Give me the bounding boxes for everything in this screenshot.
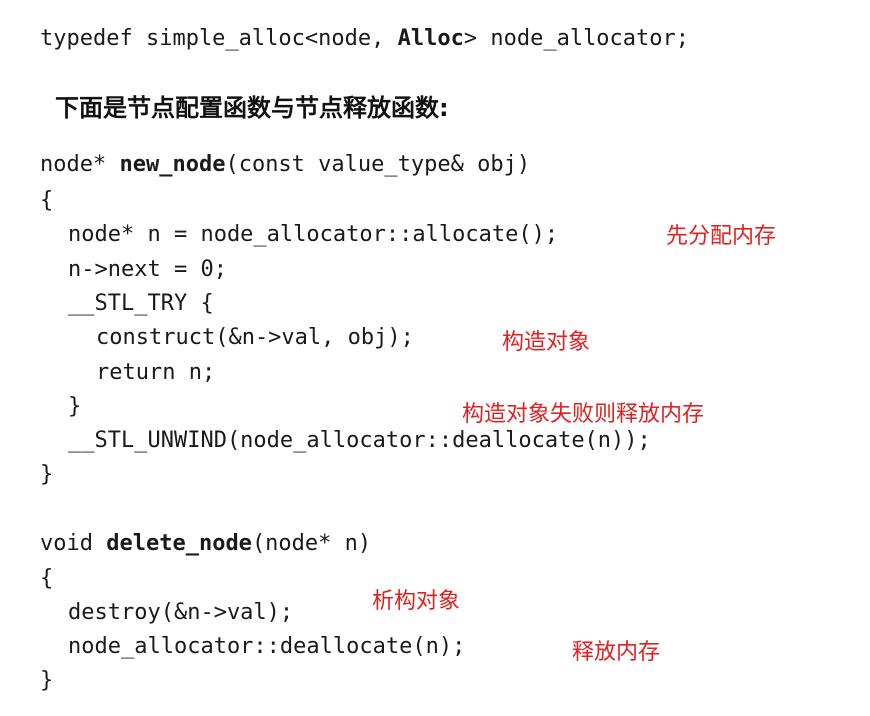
code-line-allocate: node* n = node_allocator::allocate(); <box>68 222 559 247</box>
annotation-destroy: 析构对象 <box>372 589 461 614</box>
new-node-signature: node* new_node(const value_type& obj) <box>40 152 530 178</box>
new-node-open-brace: { <box>40 188 54 213</box>
typedef-suffix: > node_allocator; <box>463 26 690 51</box>
annotation-release: 释放内存 <box>572 640 661 665</box>
code-line-construct: construct(&n->val, obj); <box>96 325 414 350</box>
annotation-construct: 构造对象 <box>502 330 591 355</box>
code-line-next: n->next = 0; <box>68 257 227 282</box>
new-node-close-brace: } <box>40 462 54 487</box>
delete-node-sig-prefix: void <box>40 531 107 556</box>
delete-node-open-brace: { <box>40 566 54 591</box>
delete-node-sig-suffix: (node* n) <box>251 531 372 556</box>
new-node-sig-suffix: (const value_type& obj) <box>225 152 531 177</box>
delete-node-close-brace: } <box>40 668 54 693</box>
typedef-alloc: Alloc <box>397 26 464 51</box>
code-line-destroy: destroy(&n->val); <box>68 600 294 625</box>
typedef-line: typedef simple_alloc<node, Alloc> node_a… <box>40 26 689 52</box>
typedef-prefix: typedef simple_alloc<node, <box>40 26 398 51</box>
code-line-try: __STL_TRY { <box>68 291 214 316</box>
document-page: typedef simple_alloc<node, Alloc> node_a… <box>0 0 870 716</box>
code-line-return: return n; <box>96 360 216 385</box>
new-node-sig-prefix: node* <box>40 152 120 177</box>
new-node-sig-name: new_node <box>119 152 226 177</box>
delete-node-sig-name: delete_node <box>106 531 252 556</box>
code-line-deallocate: node_allocator::deallocate(n); <box>68 634 466 659</box>
code-line-unwind: __STL_UNWIND(node_allocator::deallocate(… <box>68 428 651 453</box>
section-heading: 下面是节点配置函数与节点释放函数: <box>55 94 449 122</box>
delete-node-signature: void delete_node(node* n) <box>40 531 371 557</box>
annotation-construct-fail: 构造对象失败则释放内存 <box>462 402 705 427</box>
code-line-close-try: } <box>68 394 82 419</box>
annotation-allocate: 先分配内存 <box>666 224 777 249</box>
